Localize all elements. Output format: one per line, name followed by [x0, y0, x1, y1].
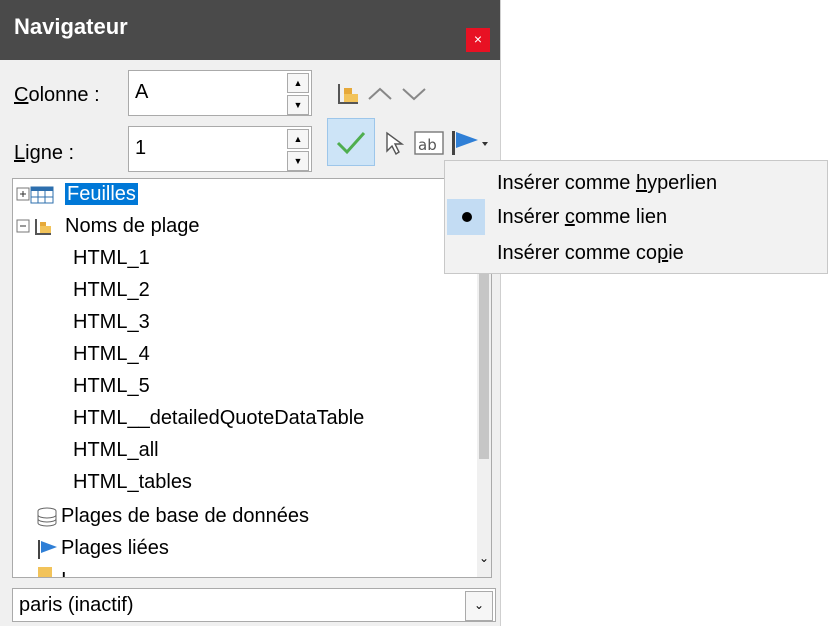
- tree-item-html-tables[interactable]: HTML_tables: [73, 467, 192, 497]
- menu-item-insert-as-copy[interactable]: Insérer comme copie: [497, 235, 684, 271]
- tree-label-sheets: Feuilles: [65, 183, 138, 205]
- scroll-down-icon[interactable]: ⌄: [477, 551, 491, 571]
- drag-mode-button[interactable]: [448, 126, 494, 160]
- document-select-value: paris (inactif): [19, 594, 134, 616]
- tree-label-range-names: Noms de plage: [65, 215, 200, 237]
- spin-up-icon[interactable]: ▲: [287, 73, 309, 93]
- flag-icon: [38, 539, 57, 559]
- flag-icon: [452, 131, 488, 155]
- spin-down-icon[interactable]: ▼: [287, 151, 309, 171]
- tree-item-html-4[interactable]: HTML_4: [73, 339, 150, 369]
- tree-item-html-all[interactable]: HTML_all: [73, 435, 159, 465]
- tree-item-html-5[interactable]: HTML_5: [73, 371, 150, 401]
- tree-item-range-names[interactable]: Noms de plage: [15, 211, 200, 241]
- column-value: A: [135, 81, 149, 103]
- tree-label-db-ranges: Plages de base de données: [61, 505, 309, 527]
- close-button[interactable]: ×: [466, 28, 490, 52]
- radio-checked-indicator: [447, 199, 485, 235]
- drag-mode-menu: Insérer comme hyperlien Insérer comme li…: [444, 160, 828, 274]
- radio-dot-icon: [462, 212, 472, 222]
- navigator-panel: Navigateur × Colonne : A ▲ ▼ Ligne : 1 ▲…: [0, 0, 501, 626]
- row-input[interactable]: 1 ▲ ▼: [128, 126, 312, 172]
- column-label: Colonne :: [14, 84, 100, 106]
- tree-item-db-ranges[interactable]: Plages de base de données: [35, 501, 309, 531]
- scenario-icon[interactable]: ab: [412, 128, 446, 158]
- tree-label-linked-ranges: Plages liées: [61, 537, 169, 559]
- tree-item-html-1[interactable]: HTML_1: [73, 243, 150, 273]
- window-title: Navigateur: [14, 14, 128, 39]
- row-label: Ligne :: [14, 142, 75, 164]
- image-icon: [38, 567, 52, 577]
- tree-item-sheets[interactable]: Feuilles: [15, 179, 138, 209]
- menu-item-insert-as-link[interactable]: Insérer comme lien: [497, 199, 667, 235]
- navigator-tree[interactable]: Feuilles Noms de plage HTML_1 HTML_2 HTM…: [12, 178, 492, 578]
- expand-table-icon: [16, 186, 54, 204]
- tree-item-html-3[interactable]: HTML_3: [73, 307, 150, 337]
- next-down-icon[interactable]: [400, 84, 428, 104]
- svg-text:ab: ab: [418, 136, 437, 154]
- spin-down-icon[interactable]: ▼: [287, 95, 309, 115]
- tree-item-html-detailed[interactable]: HTML__detailedQuoteDataTable: [73, 403, 364, 433]
- column-input[interactable]: A ▲ ▼: [128, 70, 312, 116]
- checkmark-icon: [336, 131, 366, 155]
- content-toggle-button[interactable]: [327, 118, 375, 166]
- tree-label-partial: I: [61, 569, 67, 577]
- chevron-down-icon[interactable]: ⌄: [465, 591, 493, 621]
- database-icon: [37, 507, 57, 527]
- previous-up-icon[interactable]: [366, 84, 394, 104]
- title-bar: Navigateur ×: [0, 0, 500, 60]
- tree-item-partial[interactable]: I: [35, 565, 67, 577]
- collapse-range-icon: [16, 218, 51, 235]
- pointer-icon[interactable]: [382, 130, 406, 156]
- tree-item-linked-ranges[interactable]: Plages liées: [35, 533, 169, 563]
- tree-item-html-2[interactable]: HTML_2: [73, 275, 150, 305]
- row-value: 1: [135, 137, 147, 159]
- data-range-icon[interactable]: [334, 80, 362, 108]
- document-select[interactable]: paris (inactif) ⌄: [12, 588, 496, 622]
- spin-up-icon[interactable]: ▲: [287, 129, 309, 149]
- menu-item-insert-as-hyperlink[interactable]: Insérer comme hyperlien: [497, 165, 717, 201]
